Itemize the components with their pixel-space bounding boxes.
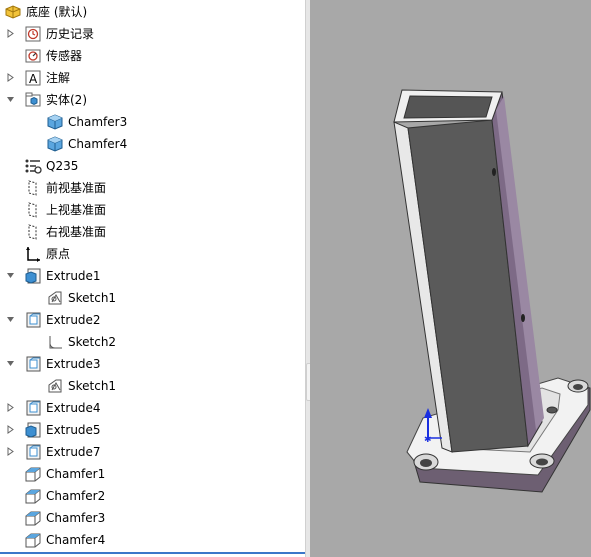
chamfer-icon bbox=[24, 509, 42, 527]
extrude-cut-icon bbox=[24, 311, 42, 329]
mounting-hole-bore bbox=[420, 459, 432, 467]
tree-item-label: Extrude4 bbox=[46, 401, 101, 415]
tree-item-label: 传感器 bbox=[46, 49, 83, 63]
triad-arrow bbox=[424, 408, 432, 418]
sketch-icon bbox=[46, 289, 64, 307]
small-hole bbox=[546, 406, 558, 414]
tube-slot bbox=[492, 168, 496, 176]
chevron-right-icon[interactable] bbox=[6, 73, 15, 82]
tree-item-chamfer2[interactable]: Chamfer2 bbox=[24, 485, 105, 507]
plane-icon bbox=[24, 201, 42, 219]
svg-text:A: A bbox=[29, 72, 38, 86]
model-3d-view: ✱ bbox=[393, 89, 591, 493]
tree-item-extrude5[interactable]: Extrude5 bbox=[24, 419, 101, 441]
plane-icon bbox=[24, 179, 42, 197]
tree-item-label: 上视基准面 bbox=[46, 203, 107, 217]
tree-item-label: Chamfer4 bbox=[68, 137, 128, 151]
tree-item-extrude3-sketch1[interactable]: Sketch1 bbox=[46, 375, 116, 397]
material-icon bbox=[24, 157, 42, 175]
tree-item-label: Chamfer1 bbox=[46, 467, 106, 481]
tree-item-label: Q235 bbox=[46, 159, 79, 173]
tree-item-label: 注解 bbox=[46, 71, 71, 85]
tree-item-origin[interactable]: 原点 bbox=[24, 243, 70, 265]
tree-item-label: Chamfer2 bbox=[46, 489, 106, 503]
tree-item-extrude4[interactable]: Extrude4 bbox=[24, 397, 101, 419]
tree-item-chamfer1[interactable]: Chamfer1 bbox=[24, 463, 105, 485]
tree-item-label: Sketch1 bbox=[68, 291, 117, 305]
svg-text:✱: ✱ bbox=[424, 435, 432, 445]
mounting-hole-bore bbox=[573, 384, 583, 390]
tree-item-label: Chamfer3 bbox=[68, 115, 128, 129]
tree-item-label: 实体(2) bbox=[46, 93, 87, 107]
solid-body-icon bbox=[46, 135, 64, 153]
chevron-right-icon[interactable] bbox=[6, 425, 15, 434]
chevron-down-icon[interactable] bbox=[6, 271, 15, 280]
tree-item-extrude1-sketch1[interactable]: Sketch1 bbox=[46, 287, 116, 309]
history-icon bbox=[24, 25, 42, 43]
chevron-right-icon[interactable] bbox=[6, 29, 15, 38]
tree-item-right-plane[interactable]: 右视基准面 bbox=[24, 221, 106, 243]
tree-item-chamfer4[interactable]: Chamfer4 bbox=[24, 529, 105, 551]
tree-item-top-plane[interactable]: 上视基准面 bbox=[24, 199, 106, 221]
tree-item-chamfer3[interactable]: Chamfer3 bbox=[24, 507, 105, 529]
sketch-plain-icon bbox=[46, 333, 64, 351]
tree-item-extrude7[interactable]: Extrude7 bbox=[24, 441, 101, 463]
tree-item-sensors[interactable]: 传感器 bbox=[24, 45, 82, 67]
tree-item-front-plane[interactable]: 前视基准面 bbox=[24, 177, 106, 199]
tree-root-label: 底座 (默认) bbox=[26, 5, 88, 19]
mounting-hole-bore bbox=[536, 458, 548, 466]
tree-item-history[interactable]: 历史记录 bbox=[24, 23, 94, 45]
extrude-cut-icon bbox=[24, 443, 42, 461]
tree-item-extrude2-sketch2[interactable]: Sketch2 bbox=[46, 331, 116, 353]
tree-item-material[interactable]: Q235 bbox=[24, 155, 78, 177]
extrude-cut-icon bbox=[24, 399, 42, 417]
chamfer-icon bbox=[24, 531, 42, 549]
tree-item-extrude2[interactable]: Extrude2 bbox=[24, 309, 101, 331]
tree-item-label: 原点 bbox=[46, 247, 71, 261]
chevron-right-icon[interactable] bbox=[6, 403, 15, 412]
chamfer-icon bbox=[24, 465, 42, 483]
tree-item-label: 前视基准面 bbox=[46, 181, 107, 195]
tree-item-label: Extrude7 bbox=[46, 445, 101, 459]
chevron-down-icon[interactable] bbox=[6, 95, 15, 104]
tube-slot bbox=[521, 314, 525, 322]
tree-item-solid-bodies[interactable]: 实体(2) bbox=[24, 89, 87, 111]
solid-body-icon bbox=[46, 113, 64, 131]
plane-icon bbox=[24, 223, 42, 241]
tree-selection-underline bbox=[0, 552, 305, 554]
tree-item-extrude3[interactable]: Extrude3 bbox=[24, 353, 101, 375]
tree-item-label: 历史记录 bbox=[46, 27, 95, 41]
chevron-right-icon[interactable] bbox=[6, 447, 15, 456]
annotation-icon: A bbox=[24, 69, 42, 87]
graphics-viewport[interactable]: ✱ bbox=[310, 0, 591, 557]
tree-item-label: Sketch2 bbox=[68, 335, 117, 349]
tree-item-extrude1[interactable]: Extrude1 bbox=[24, 265, 101, 287]
sensor-folder-icon bbox=[24, 47, 42, 65]
tree-item-label: Extrude1 bbox=[46, 269, 101, 283]
tree-item-label: Extrude5 bbox=[46, 423, 101, 437]
tree-item-annotations[interactable]: A 注解 bbox=[24, 67, 70, 89]
extrude-icon bbox=[24, 421, 42, 439]
sketch-icon bbox=[46, 377, 64, 395]
solid-bodies-folder-icon bbox=[24, 91, 42, 109]
tree-item-body-chamfer4[interactable]: Chamfer4 bbox=[46, 133, 127, 155]
tree-item-label: Extrude3 bbox=[46, 357, 101, 371]
tree-item-label: Extrude2 bbox=[46, 313, 101, 327]
tree-root-part[interactable]: 底座 (默认) bbox=[4, 1, 87, 23]
extrude-icon bbox=[24, 267, 42, 285]
origin-icon bbox=[24, 245, 42, 263]
chevron-down-icon[interactable] bbox=[6, 315, 15, 324]
tree-item-label: 右视基准面 bbox=[46, 225, 107, 239]
tree-item-label: Sketch1 bbox=[68, 379, 117, 393]
tree-item-body-chamfer3[interactable]: Chamfer3 bbox=[46, 111, 127, 133]
part-icon bbox=[4, 3, 22, 21]
tube-top-opening bbox=[403, 95, 493, 119]
tree-item-label: Chamfer4 bbox=[46, 533, 106, 547]
chevron-down-icon[interactable] bbox=[6, 359, 15, 368]
feature-manager-tree: 底座 (默认) 历史记录传感器 A 注解实体(2) Chamfer3 Chamfer4 Q… bbox=[0, 0, 305, 557]
tree-item-label: Chamfer3 bbox=[46, 511, 106, 525]
chamfer-icon bbox=[24, 487, 42, 505]
extrude-cut-icon bbox=[24, 355, 42, 373]
